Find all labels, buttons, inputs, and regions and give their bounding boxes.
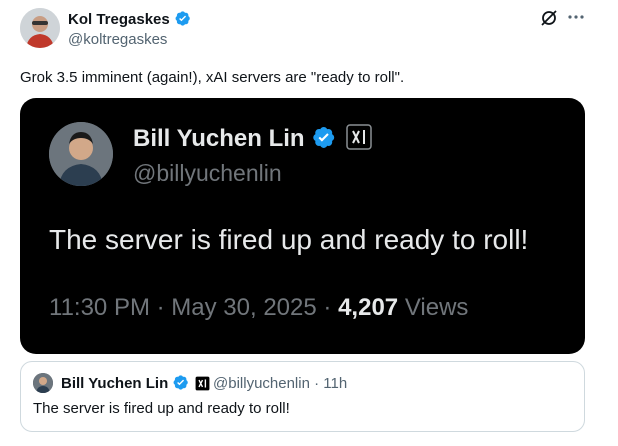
quote-text: The server is fired up and ready to roll… (33, 400, 290, 417)
verified-badge-icon (312, 127, 334, 148)
quote-author-name: Bill Yuchen Lin (61, 374, 210, 392)
author-name-text[interactable]: Kol Tregaskes (68, 11, 170, 28)
xai-affiliate-icon (345, 124, 372, 150)
tweet-media-image[interactable]: Bill Yuchen Lin @billyuchenlin The serve… (20, 98, 585, 354)
media-post-meta: 11:30 PM · May 30, 2025 · 4,207 Views (49, 294, 468, 322)
media-separator: · (156, 294, 165, 321)
tweet-text: Grok 3.5 imminent (again!), xAI servers … (20, 69, 405, 86)
media-views-count: 4,207 (338, 294, 399, 321)
media-author-name-text: Bill Yuchen Lin (133, 125, 305, 152)
media-post-text: The server is fired up and ready to roll… (49, 224, 529, 255)
media-author-handle: @billyuchenlin (133, 160, 282, 186)
verified-badge-icon (173, 375, 189, 390)
author-avatar[interactable] (20, 8, 60, 48)
media-separator: · (323, 294, 332, 321)
quote-author-name-text: Bill Yuchen Lin (61, 375, 169, 392)
quote-handle-time: @billyuchenlin · 11h (213, 375, 348, 392)
media-views-label: Views (404, 294, 469, 321)
media-avatar (49, 122, 113, 186)
author-name[interactable]: Kol Tregaskes (68, 10, 191, 28)
author-handle[interactable]: @koltregaskes (68, 31, 167, 48)
quote-avatar (33, 373, 53, 393)
xai-affiliate-icon (195, 376, 210, 391)
more-icon[interactable] (566, 7, 586, 27)
grok-icon[interactable] (540, 9, 558, 27)
verified-badge-icon (175, 11, 190, 26)
media-time: 11:30 PM (49, 294, 150, 321)
media-author-name: Bill Yuchen Lin (133, 124, 372, 153)
quoted-tweet[interactable]: Bill Yuchen Lin @billyuchenlin · 11h The… (20, 361, 585, 432)
media-date: May 30, 2025 (171, 294, 317, 321)
